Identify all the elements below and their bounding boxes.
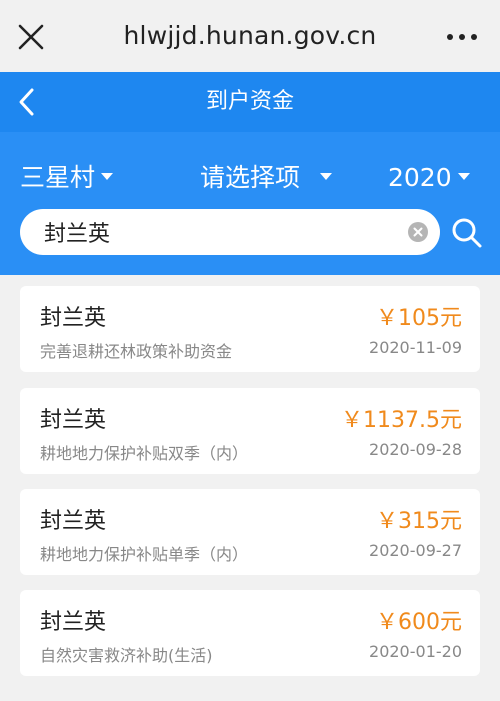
record-card[interactable]: 封兰英 ￥315元 耕地地力保护补贴单季（内） 2020-09-27	[20, 489, 480, 575]
record-desc: 自然灾害救济补助(生活)	[40, 646, 213, 665]
search-input[interactable]	[44, 209, 384, 255]
caret-down-icon	[101, 172, 114, 180]
item-select-label: 请选择项	[200, 163, 301, 192]
record-date: 2020-01-20	[369, 642, 462, 661]
record-name: 封兰英	[40, 509, 107, 534]
record-card[interactable]: 封兰英 ￥600元 自然灾害救济补助(生活) 2020-01-20	[20, 590, 480, 676]
record-amount: ￥105元	[376, 306, 462, 331]
search-icon[interactable]	[450, 216, 484, 250]
clear-icon[interactable]	[408, 222, 428, 242]
record-amount: ￥315元	[376, 509, 462, 534]
record-amount: ￥600元	[376, 610, 462, 635]
chevron-left-icon[interactable]	[14, 86, 42, 118]
record-name: 封兰英	[40, 408, 107, 433]
record-date: 2020-09-27	[369, 541, 462, 560]
item-select[interactable]: 请选择项	[200, 160, 333, 196]
record-desc: 完善退耕还林政策补助资金	[40, 342, 233, 361]
record-date: 2020-11-09	[369, 338, 462, 357]
caret-down-icon	[457, 172, 470, 180]
app-header: 到户资金	[0, 72, 500, 132]
year-select[interactable]: 2020	[388, 160, 470, 196]
page-title: 到户资金	[205, 89, 294, 114]
record-name: 封兰英	[40, 610, 107, 635]
more-icon[interactable]	[442, 20, 482, 54]
village-select-label: 三星村	[20, 163, 96, 192]
browser-url: hlwjjd.hunan.gov.cn	[123, 21, 377, 50]
record-date: 2020-09-28	[369, 440, 462, 459]
search-box	[20, 209, 440, 255]
record-desc: 耕地地力保护补贴双季（内）	[40, 444, 249, 463]
record-card[interactable]: 封兰英 ￥105元 完善退耕还林政策补助资金 2020-11-09	[20, 286, 480, 372]
record-amount: ￥1137.5元	[341, 408, 462, 433]
record-name: 封兰英	[40, 306, 107, 331]
record-card[interactable]: 封兰英 ￥1137.5元 耕地地力保护补贴双季（内） 2020-09-28	[20, 388, 480, 474]
filter-panel: 三星村 请选择项 2020	[0, 132, 500, 275]
year-select-label: 2020	[388, 163, 452, 192]
browser-bar: hlwjjd.hunan.gov.cn	[0, 0, 500, 72]
record-desc: 耕地地力保护补贴单季（内）	[40, 545, 249, 564]
village-select[interactable]: 三星村	[20, 160, 114, 196]
caret-down-icon	[320, 172, 333, 180]
close-icon[interactable]	[14, 20, 48, 54]
